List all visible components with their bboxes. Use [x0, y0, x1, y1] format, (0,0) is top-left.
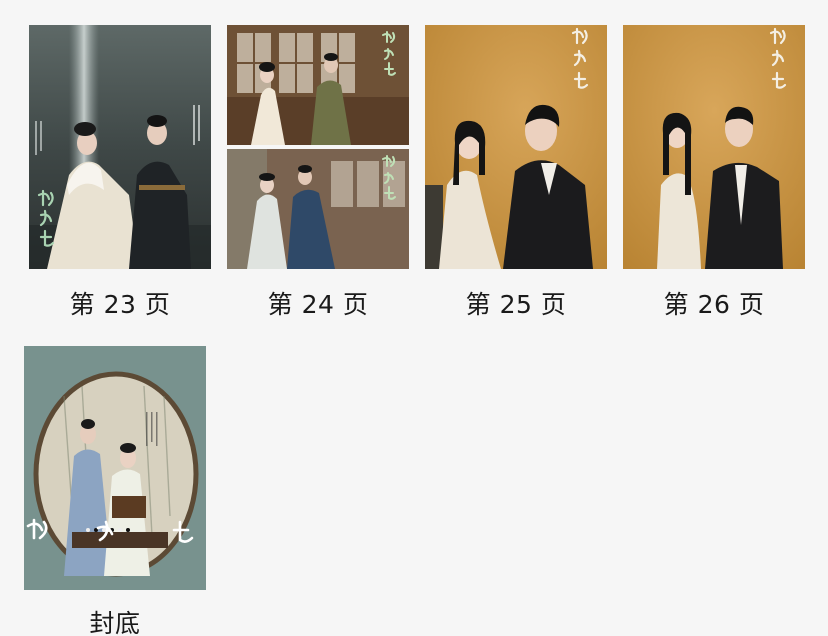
page-thumbnail-24[interactable]	[227, 25, 409, 269]
page-label-24: 第 24 页	[267, 290, 369, 319]
page-thumbnail-back-cover[interactable]	[24, 346, 206, 590]
page-thumbnail-23[interactable]	[29, 25, 211, 269]
page-tile-26[interactable]: 第 26 页	[623, 25, 805, 319]
page-tile-24[interactable]: 第 24 页	[227, 25, 409, 319]
page-tile-23[interactable]: 第 23 页	[29, 25, 211, 319]
page-label-back-cover: 封底	[89, 609, 141, 636]
page-tile-25[interactable]: 第 25 页	[425, 25, 607, 319]
page-thumbnail-26[interactable]	[623, 25, 805, 269]
page-thumbnail-25[interactable]	[425, 25, 607, 269]
page-label-23: 第 23 页	[69, 290, 171, 319]
page-tile-back-cover[interactable]: 封底	[24, 346, 206, 636]
page-label-25: 第 25 页	[465, 290, 567, 319]
page-grid: 第 23 页 第 24 页 第 25 页 第 26 页 封底	[0, 0, 828, 636]
page-label-26: 第 26 页	[663, 290, 765, 319]
